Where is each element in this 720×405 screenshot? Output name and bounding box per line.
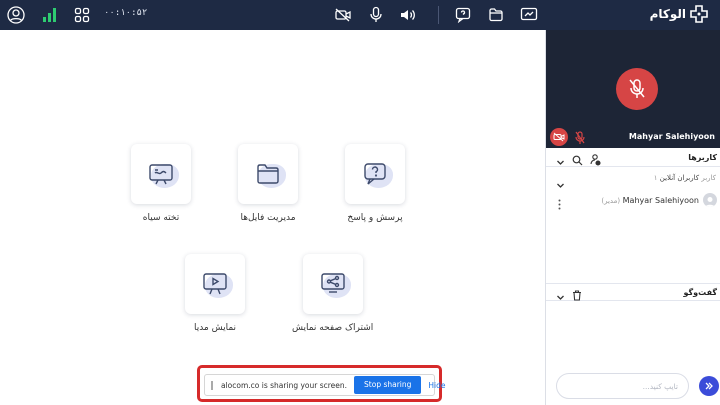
chevron-down-icon[interactable]	[556, 152, 565, 171]
tile-media[interactable]: نمایش مدیا	[185, 254, 245, 333]
camera-off-icon[interactable]	[332, 5, 354, 25]
alocom-logo: الوکام	[650, 5, 708, 23]
session-timer: ۰۰:۱۰:۵۲	[104, 8, 148, 18]
tile-whiteboard[interactable]: تخته سیاه	[131, 144, 191, 223]
profile-icon[interactable]	[6, 5, 26, 25]
layout-grid-icon[interactable]	[72, 5, 92, 25]
users-panel-header: کاربرها	[546, 149, 720, 167]
online-users-label: ۱ کاربر کاربران آنلاین	[653, 174, 716, 182]
whiteboard-icon[interactable]	[518, 5, 540, 25]
folder-icon[interactable]	[485, 5, 507, 25]
network-signal-icon	[40, 5, 60, 25]
drag-handle-icon[interactable]	[211, 380, 213, 390]
camera-off-button[interactable]	[550, 128, 568, 146]
logo-mark-icon	[690, 5, 708, 23]
tile-qa[interactable]: پرسش و پاسخ	[345, 144, 405, 223]
tile-qa-label: پرسش و پاسخ	[347, 213, 403, 223]
speaker-icon[interactable]	[398, 5, 418, 25]
tile-whiteboard-box[interactable]	[131, 144, 191, 204]
tile-media-label: نمایش مدیا	[193, 323, 237, 333]
tile-qa-box[interactable]	[345, 144, 405, 204]
send-button[interactable]	[699, 376, 719, 396]
microphone-off-icon	[629, 79, 645, 98]
search-icon[interactable]	[572, 151, 583, 170]
users-panel-title: کاربرها	[688, 153, 717, 162]
toolbar-divider	[438, 6, 439, 24]
qa-chat-icon[interactable]	[452, 5, 474, 25]
chat-text-field[interactable]	[557, 374, 688, 399]
tile-file-manager-box[interactable]	[238, 144, 298, 204]
camera-off-icon	[553, 132, 565, 142]
top-bar: ۰۰:۱۰:۵۲ الوکام	[0, 0, 720, 30]
participant-name: Mahyar Salehiyoon	[628, 132, 715, 141]
mic-muted-indicator	[616, 68, 658, 110]
tile-screen-share[interactable]: اشتراک صفحه نمایش	[292, 254, 373, 333]
hide-button[interactable]: Hide	[428, 381, 445, 390]
stop-sharing-button[interactable]: Stop sharing	[354, 376, 422, 394]
folder-icon	[257, 164, 279, 184]
screen-share-icon	[320, 273, 345, 293]
main-stage: تخته سیاه مدیریت فایل‌ها پرسش و پاسخ نما…	[0, 30, 545, 405]
chevron-down-icon[interactable]	[556, 287, 565, 306]
logo-text: الوکام	[649, 7, 686, 21]
chat-panel-header: گفت‌وگو	[546, 283, 720, 301]
tile-file-manager-label: مدیریت فایل‌ها	[240, 213, 296, 223]
whiteboard-icon	[149, 164, 173, 185]
tile-whiteboard-label: تخته سیاه	[142, 213, 180, 223]
list-item[interactable]: (مدیر) Mahyar Salehiyoon	[546, 193, 720, 210]
microphone-icon[interactable]	[366, 5, 386, 25]
tile-screen-share-box[interactable]	[302, 254, 363, 314]
avatar	[703, 193, 717, 207]
chat-input[interactable]	[556, 373, 689, 399]
qa-chat-icon	[364, 163, 386, 185]
tile-screen-share-label: اشتراک صفحه نمایش	[292, 323, 374, 333]
tile-file-manager[interactable]: مدیریت فایل‌ها	[238, 144, 298, 223]
user-settings-icon[interactable]	[590, 151, 601, 170]
chat-panel-title: گفت‌وگو	[683, 288, 717, 297]
media-play-icon	[203, 273, 227, 295]
share-message: alocom.co is sharing your screen.	[221, 380, 348, 390]
screen-share-bar: alocom.co is sharing your screen. Stop s…	[204, 374, 446, 396]
side-panel: Mahyar Salehiyoon کاربرها ۱ کاربر کاربرا…	[545, 30, 720, 405]
participant-video: Mahyar Salehiyoon	[546, 30, 720, 148]
user-role: (مدیر)	[601, 197, 621, 205]
microphone-off-icon[interactable]	[575, 130, 585, 149]
trash-icon[interactable]	[572, 286, 582, 305]
send-icon	[705, 382, 713, 390]
tile-media-box[interactable]	[185, 254, 245, 314]
user-name: (مدیر) Mahyar Salehiyoon	[601, 196, 699, 205]
more-options-icon[interactable]	[558, 195, 561, 214]
chevron-down-icon[interactable]	[556, 175, 565, 194]
